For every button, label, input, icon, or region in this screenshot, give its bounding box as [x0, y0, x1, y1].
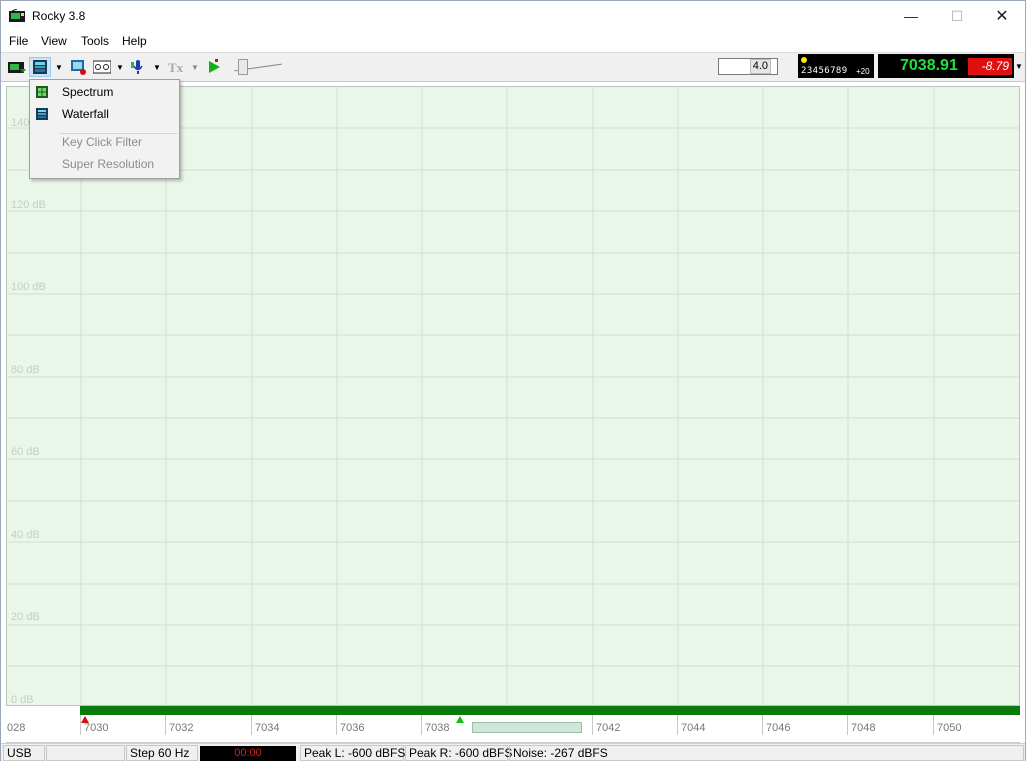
value-input[interactable]: 4.0 [718, 58, 778, 75]
freq-tick-label: 7038 [425, 722, 450, 734]
waterfall-icon [36, 108, 48, 120]
led-digits: 23456789 [801, 66, 848, 76]
freq-tick-label: 7048 [851, 722, 876, 734]
microphone-icon [131, 60, 143, 74]
spectrum-icon [36, 86, 48, 98]
menu-view[interactable]: View [41, 34, 67, 48]
close-button[interactable]: ✕ [979, 1, 1025, 31]
menu-item-label: Super Resolution [62, 157, 155, 171]
menu-item-label: Spectrum [62, 85, 114, 99]
menu-help[interactable]: Help [122, 34, 147, 48]
signal-bar [80, 706, 1020, 715]
frequency-display[interactable]: 7038.91 -8.79 [878, 54, 1014, 78]
scale-tick [251, 715, 252, 735]
microphone-dropdown-arrow[interactable]: ▼ [152, 57, 162, 77]
freq-tick-label: 7034 [255, 722, 280, 734]
plot-grid [7, 87, 1019, 705]
scale-tick [847, 715, 848, 735]
scale-tick [677, 715, 678, 735]
monitor-icon [71, 60, 86, 75]
tape-icon [93, 60, 111, 74]
led-indicator [801, 57, 807, 63]
slider-thumb[interactable] [238, 59, 248, 75]
freq-tick-label: 7042 [596, 722, 621, 734]
freq-tick-label: 7036 [340, 722, 365, 734]
lower-edge-marker[interactable] [81, 716, 89, 723]
db-label: 40 dB [11, 529, 40, 541]
value-input-text: 4.0 [749, 59, 771, 74]
db-label: 0 dB [11, 694, 34, 706]
window-title: Rocky 3.8 [32, 9, 86, 23]
db-label: 80 dB [11, 364, 40, 376]
freq-tick-label: 7032 [169, 722, 194, 734]
peak-right-status: Peak R: -600 dBFS [405, 745, 512, 761]
svg-text:Tx: Tx [168, 60, 184, 74]
app-window: Rocky 3.8 — ☐ ✕ File View Tools Help ▼ ▼… [0, 0, 1026, 761]
display-mode-button[interactable] [29, 57, 51, 77]
microphone-button[interactable] [127, 57, 149, 77]
scale-tick [421, 715, 422, 735]
status-bar: USB Step 60 Hz 00:00 Peak L: -600 dBFS P… [1, 743, 1025, 761]
maximize-button[interactable]: ☐ [934, 1, 980, 31]
mode-status: USB [3, 745, 45, 761]
step-status: Step 60 Hz [126, 745, 198, 761]
frequency-dropdown-arrow[interactable]: ▼ [1014, 54, 1024, 78]
display-mode-dropdown-arrow[interactable]: ▼ [54, 57, 64, 77]
empty-status [46, 745, 125, 761]
digit-panel[interactable]: 23456789 +20 [798, 54, 874, 78]
frequency-scale[interactable]: 028 7030 7032 7034 7036 7038 7042 7044 7… [6, 715, 1020, 743]
noise-status: Noise: -267 dBFS [509, 745, 1024, 761]
menu-bar: File View Tools Help [1, 32, 1025, 52]
db-label: 60 dB [11, 446, 40, 458]
scale-tick [165, 715, 166, 735]
menu-item-label: Key Click Filter [62, 135, 143, 149]
scale-tick [933, 715, 934, 735]
title-bar: Rocky 3.8 — ☐ ✕ [1, 1, 1025, 32]
freq-tick-label: 028 [7, 722, 26, 734]
frequency-offset: -8.79 [968, 58, 1012, 75]
transmit-button[interactable]: Tx [165, 57, 187, 77]
spectrum-plot[interactable]: 140 120 dB 100 dB 80 dB 60 dB 40 dB 20 d… [6, 86, 1020, 706]
transmit-dropdown-arrow[interactable]: ▼ [190, 57, 200, 77]
scale-tick [592, 715, 593, 735]
play-button[interactable] [203, 57, 225, 77]
menu-tools[interactable]: Tools [81, 34, 109, 48]
soundcard-button[interactable] [91, 57, 113, 77]
timer-display: 00:00 [200, 746, 296, 761]
tuning-marker[interactable] [456, 716, 464, 723]
start-radio-button[interactable] [6, 57, 28, 77]
menu-file[interactable]: File [9, 34, 28, 48]
menu-item-key-click-filter[interactable]: Key Click Filter [30, 131, 179, 153]
display-mode-menu: Spectrum Waterfall Key Click Filter Supe… [29, 79, 180, 179]
menu-item-spectrum[interactable]: Spectrum [30, 81, 179, 103]
db-label: 20 dB [11, 611, 40, 623]
peak-left-status: Peak L: -600 dBFS [300, 745, 405, 761]
waterfall-icon [33, 60, 47, 74]
gain-slider[interactable] [230, 59, 284, 75]
frequency-value: 7038.91 [900, 57, 958, 74]
freq-tick-label: 7050 [937, 722, 962, 734]
freq-tick-label: 7044 [681, 722, 706, 734]
freq-tick-label: 7030 [84, 722, 109, 734]
audio-device-button[interactable] [67, 57, 89, 77]
led-offset: +20 [856, 67, 870, 76]
db-label: 120 dB [11, 199, 46, 211]
minimize-button[interactable]: — [888, 1, 934, 31]
radio-app-icon [9, 9, 25, 22]
db-label: 100 dB [11, 281, 46, 293]
menu-item-super-resolution[interactable]: Super Resolution [30, 153, 179, 175]
soundcard-dropdown-arrow[interactable]: ▼ [115, 57, 125, 77]
passband-indicator[interactable] [472, 722, 582, 733]
menu-item-label: Waterfall [62, 107, 109, 121]
db-label: 140 [11, 117, 30, 129]
scale-tick [336, 715, 337, 735]
freq-tick-label: 7046 [766, 722, 791, 734]
scale-tick [762, 715, 763, 735]
menu-item-waterfall[interactable]: Waterfall [30, 103, 179, 125]
tx-icon: Tx [168, 60, 184, 74]
radio-icon [8, 62, 26, 73]
play-icon [209, 59, 220, 73]
